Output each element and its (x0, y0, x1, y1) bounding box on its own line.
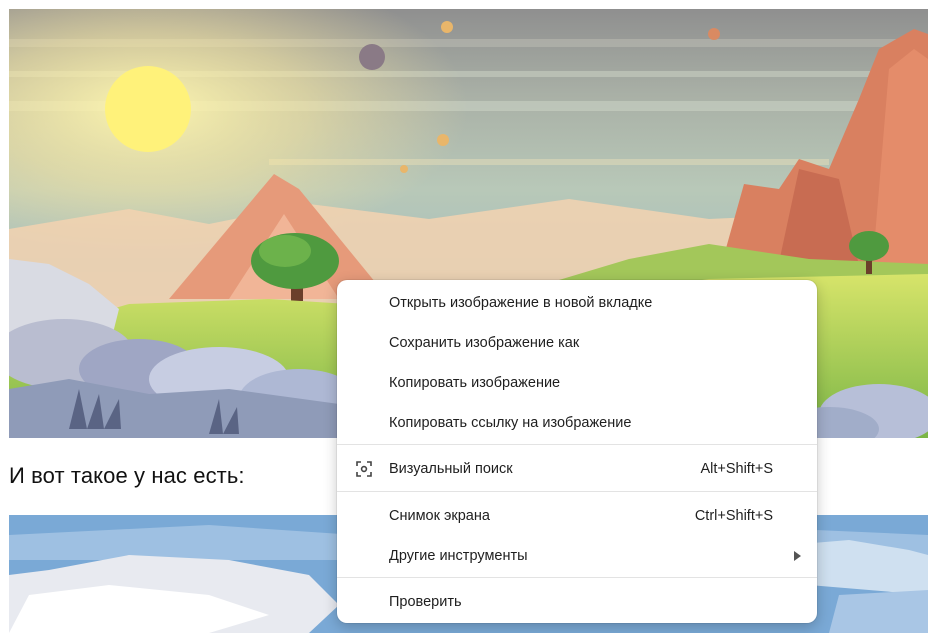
menu-separator (337, 491, 817, 492)
menu-item-label: Копировать ссылку на изображение (389, 415, 632, 431)
menu-item-open-image-new-tab[interactable]: Открыть изображение в новой вкладке (337, 285, 817, 321)
menu-separator (337, 444, 817, 445)
menu-item-inspect[interactable]: Проверить (337, 584, 817, 620)
menu-separator (337, 577, 817, 578)
menu-item-label: Открыть изображение в новой вкладке (389, 295, 653, 311)
menu-item-shortcut: Alt+Shift+S (700, 461, 773, 477)
menu-item-copy-image[interactable]: Копировать изображение (337, 365, 817, 401)
menu-item-label: Копировать изображение (389, 375, 561, 391)
menu-item-label: Сохранить изображение как (389, 335, 580, 351)
menu-item-shortcut: Ctrl+Shift+S (694, 508, 773, 524)
menu-item-copy-image-link[interactable]: Копировать ссылку на изображение (337, 405, 817, 441)
menu-item-label: Другие инструменты (389, 548, 528, 564)
context-menu: Открыть изображение в новой вкладке Сохр… (337, 280, 817, 623)
menu-item-label: Визуальный поиск (389, 461, 513, 477)
page-caption: И вот такое у нас есть: (9, 463, 245, 488)
menu-item-label: Снимок экрана (389, 508, 490, 524)
menu-item-screenshot[interactable]: Снимок экрана Ctrl+Shift+S (337, 498, 817, 534)
menu-item-more-tools[interactable]: Другие инструменты (337, 538, 817, 574)
menu-item-visual-search[interactable]: Визуальный поиск Alt+Shift+S (337, 451, 817, 487)
chevron-right-icon (794, 551, 801, 561)
menu-item-save-image-as[interactable]: Сохранить изображение как (337, 325, 817, 361)
visual-search-icon (355, 460, 373, 478)
menu-item-label: Проверить (389, 594, 462, 610)
